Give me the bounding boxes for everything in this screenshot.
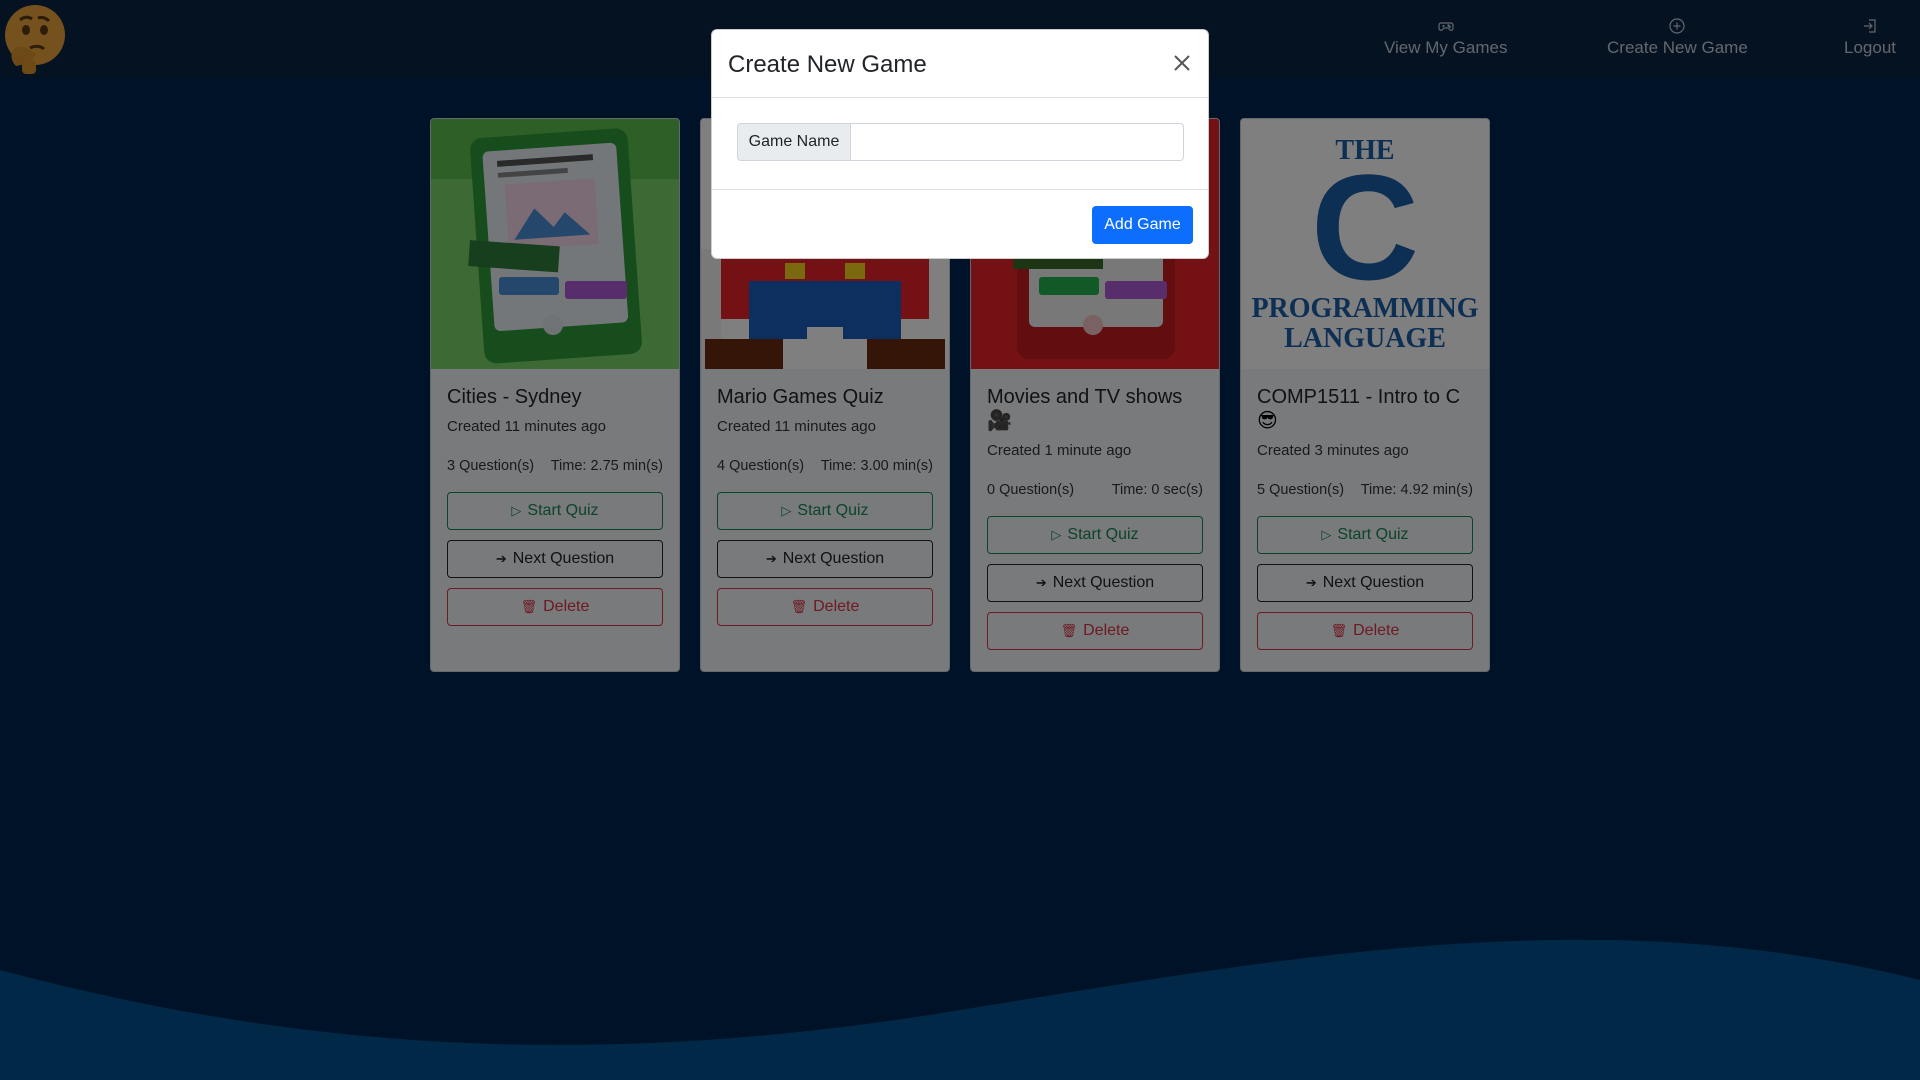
modal-header: Create New Game [712, 30, 1208, 98]
modal-body: Game Name [712, 98, 1208, 190]
add-game-button[interactable]: Add Game [1092, 206, 1193, 244]
modal-title: Create New Game [728, 51, 927, 78]
close-icon[interactable] [1170, 51, 1194, 75]
game-name-input-group: Game Name [737, 123, 1184, 161]
game-name-input[interactable] [851, 123, 1184, 161]
modal-footer: Add Game [712, 190, 1208, 258]
game-name-label: Game Name [737, 123, 851, 161]
create-game-modal: Create New Game Game Name Add Game [711, 29, 1209, 259]
